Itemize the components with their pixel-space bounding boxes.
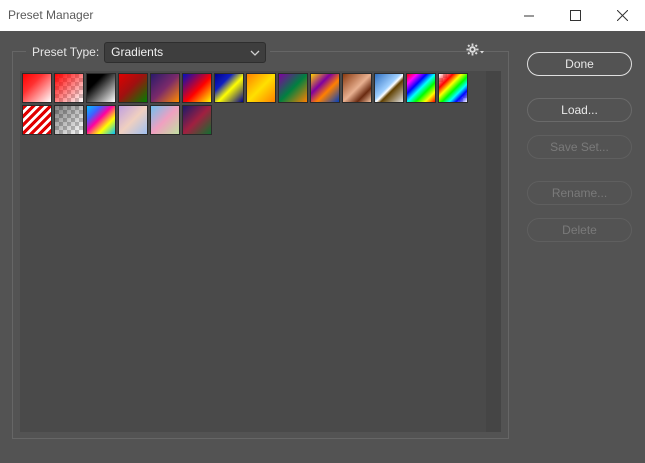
close-button[interactable]: [599, 0, 645, 31]
preset-type-row: Preset Type: Gradients: [26, 41, 271, 63]
gradient-swatch-transparent-stripes[interactable]: [22, 105, 52, 135]
maximize-button[interactable]: [552, 0, 598, 31]
gradient-swatch-violet-orange[interactable]: [150, 73, 180, 103]
gradient-swatch-chrome[interactable]: [374, 73, 404, 103]
preset-type-dropdown[interactable]: Gradients: [104, 41, 267, 63]
gradient-swatch-neutral-density[interactable]: [54, 105, 84, 135]
minimize-icon: [523, 15, 534, 17]
gradient-swatch-orange-yellow-orange[interactable]: [246, 73, 276, 103]
gradient-swatch-transparent-rainbow[interactable]: [438, 73, 468, 103]
title-bar: Preset Manager: [0, 0, 645, 31]
gradient-swatch-blue-yellow-blue[interactable]: [214, 73, 244, 103]
preset-type-label: Preset Type:: [32, 45, 100, 59]
gradient-swatch-violet-green-orange[interactable]: [278, 73, 308, 103]
chevron-down-icon: [250, 50, 260, 56]
gradient-swatch-yellow-violet-orange-blue[interactable]: [310, 73, 340, 103]
gradient-swatch-red-green[interactable]: [118, 73, 148, 103]
gradient-swatch-pastel[interactable]: [118, 105, 148, 135]
gradient-swatch-red-transparent[interactable]: [54, 73, 84, 103]
gradient-swatch-blue-red-yellow[interactable]: [182, 73, 212, 103]
gradient-swatch-spectrum[interactable]: [406, 73, 436, 103]
gradient-swatch-sunset-rainbow[interactable]: [86, 105, 116, 135]
maximize-icon: [569, 10, 581, 21]
gradient-swatch-dark-green-red[interactable]: [182, 105, 212, 135]
gradient-swatch-copper[interactable]: [342, 73, 372, 103]
gradient-swatch-black-white[interactable]: [86, 73, 116, 103]
rename-button[interactable]: Rename...: [527, 181, 632, 205]
gradient-swatch-pastel-2[interactable]: [150, 105, 180, 135]
minimize-button[interactable]: [506, 0, 552, 31]
done-button[interactable]: Done: [527, 52, 632, 76]
gradient-swatch-red-white[interactable]: [22, 73, 52, 103]
save-set-button[interactable]: Save Set...: [527, 135, 632, 159]
gear-icon[interactable]: [466, 43, 484, 57]
window-title: Preset Manager: [8, 8, 94, 22]
delete-button[interactable]: Delete: [527, 218, 632, 242]
preset-type-value: Gradients: [111, 45, 164, 59]
load-button[interactable]: Load...: [527, 98, 632, 122]
close-icon: [616, 10, 628, 21]
scrollbar[interactable]: [486, 71, 501, 432]
